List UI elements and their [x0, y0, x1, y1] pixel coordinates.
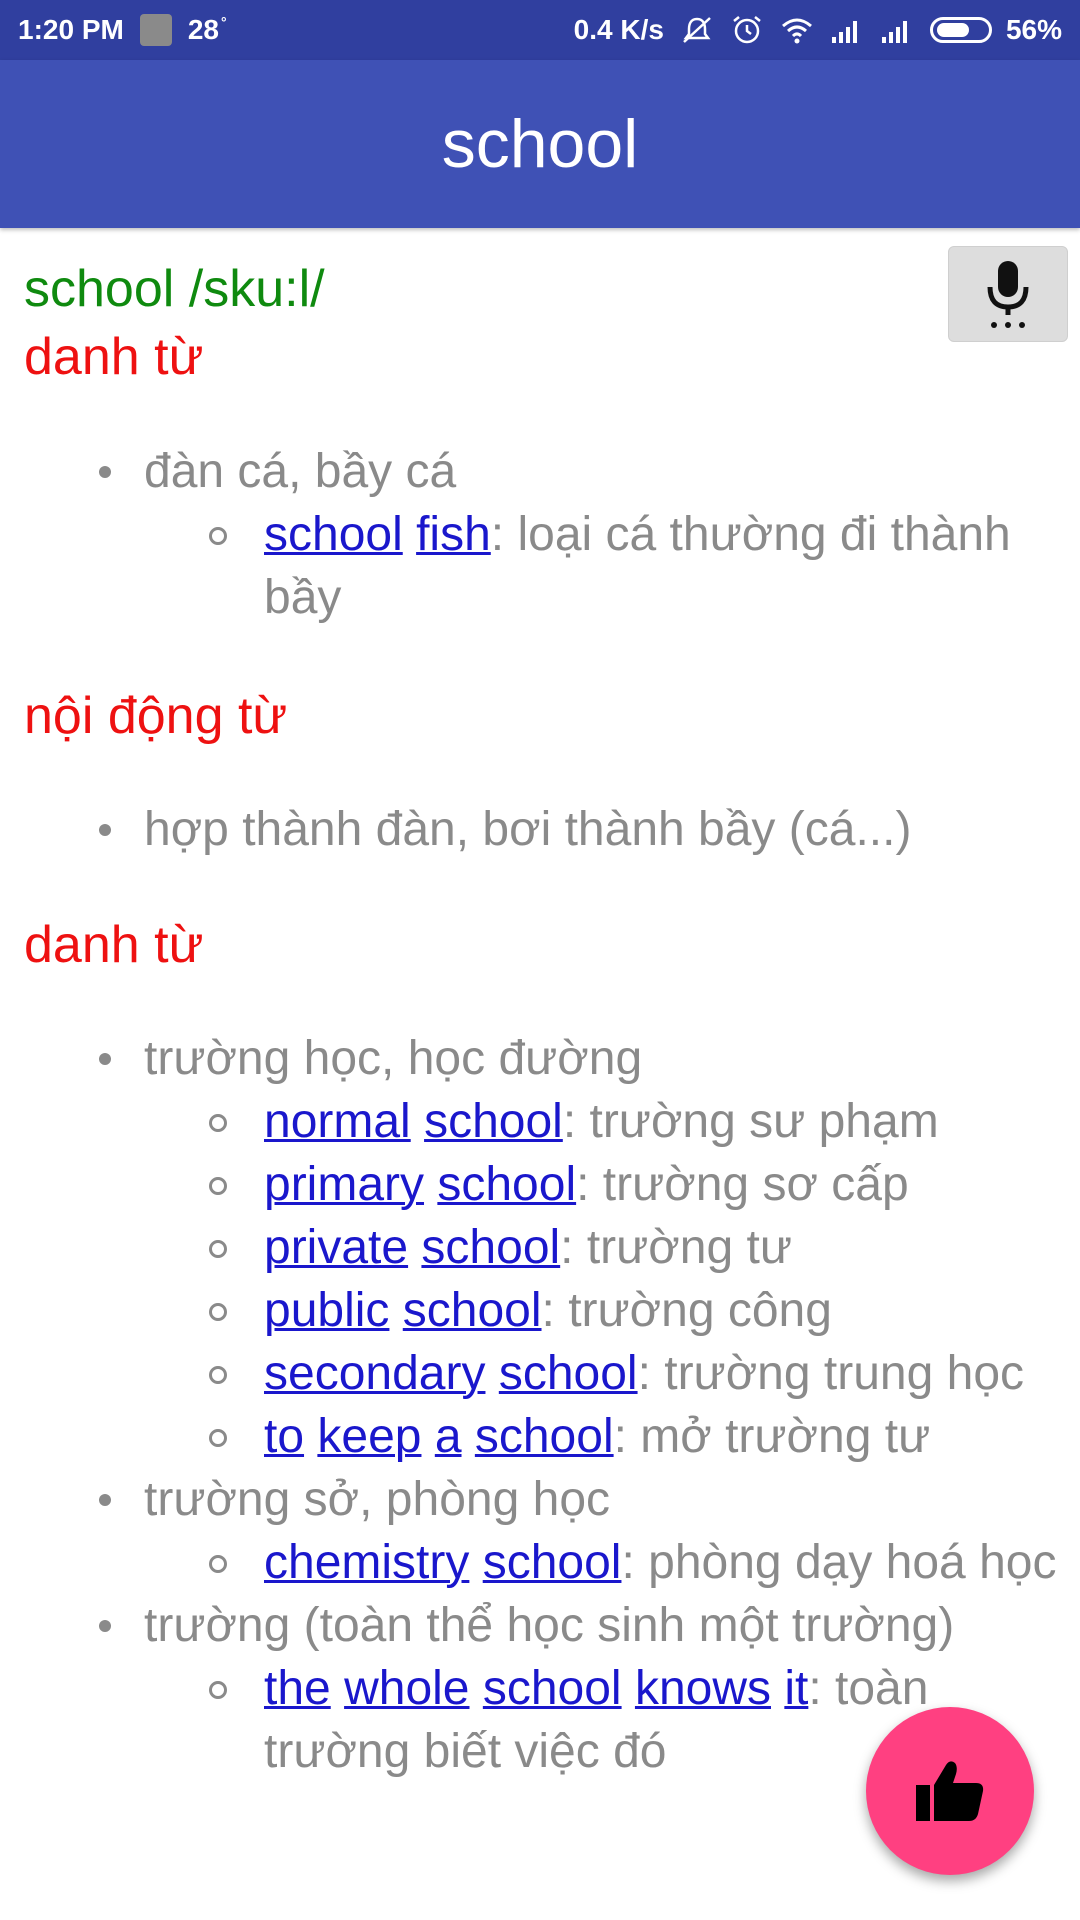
word-link[interactable]: whole — [344, 1662, 469, 1715]
example-translation: : trường tư — [560, 1221, 792, 1274]
example-item: chemistry school: phòng dạy hoá học — [209, 1531, 1080, 1594]
signal-icon — [881, 21, 907, 43]
example-translation: : mở trường tư — [613, 1410, 931, 1463]
sense-item: trường sở, phòng học chemistry school: p… — [144, 1468, 1080, 1594]
sense-meaning: đàn cá, bầy cá — [144, 445, 457, 498]
alarm-icon — [733, 16, 761, 44]
wifi-icon — [781, 18, 812, 44]
word-link[interactable]: school — [421, 1221, 560, 1274]
example-list: normal school: trường sư phạm primary sc… — [144, 1090, 1080, 1468]
sense-item: trường học, học đường normal school: trư… — [144, 1027, 1080, 1468]
status-bar-left: 1:20 PM 28 ° — [18, 14, 227, 46]
example-translation: : trường trung học — [637, 1347, 1025, 1400]
word-link[interactable]: chemistry — [264, 1536, 469, 1589]
status-temperature: 28 ° — [187, 14, 227, 45]
example-translation: : trường sơ cấp — [576, 1158, 909, 1211]
example-item: normal school: trường sư phạm — [209, 1090, 1080, 1153]
part-of-speech: nội động từ — [24, 687, 288, 745]
word-link[interactable]: it — [784, 1662, 808, 1715]
word-link[interactable]: school — [403, 1284, 542, 1337]
example-translation: : trường công — [541, 1284, 832, 1337]
example-item: secondary school: trường trung học — [209, 1342, 1080, 1405]
status-time: 1:20 PM — [18, 14, 124, 45]
example-item: to keep a school: mở trường tư — [209, 1405, 1080, 1468]
example-translation: : trường sư phạm — [562, 1095, 939, 1148]
status-bar: 1:20 PM 28 ° 0.4 K/s 56% — [0, 0, 1080, 60]
word-link[interactable]: knows — [635, 1662, 771, 1715]
example-list: chemistry school: phòng dạy hoá học — [144, 1531, 1080, 1594]
thumbs-up-icon — [916, 1761, 984, 1821]
word-link[interactable]: school — [424, 1095, 563, 1148]
status-net-speed: 0.4 K/s — [573, 14, 664, 45]
word-link[interactable]: primary — [264, 1158, 424, 1211]
pronounce-button[interactable] — [948, 246, 1068, 342]
word-link[interactable]: normal — [264, 1095, 411, 1148]
word-link[interactable]: school — [483, 1536, 622, 1589]
status-bar-right: 0.4 K/s 56% — [574, 14, 1062, 46]
microphone-icon — [987, 261, 1029, 328]
sense-list: đàn cá, bầy cá school fish: loại cá thườ… — [0, 440, 1080, 629]
word-link[interactable]: school — [499, 1347, 638, 1400]
mute-icon — [683, 17, 711, 43]
app-bar: school — [0, 60, 1080, 228]
word-link[interactable]: school — [475, 1410, 614, 1463]
word-link[interactable]: private — [264, 1221, 408, 1274]
example-translation: : phòng dạy hoá học — [621, 1536, 1057, 1589]
example-list: school fish: loại cá thường đi thành bầy — [144, 503, 1080, 629]
word-link[interactable]: public — [264, 1284, 389, 1337]
sense-meaning: trường (toàn thể học sinh một trường) — [144, 1599, 955, 1652]
sense-item: đàn cá, bầy cá school fish: loại cá thườ… — [144, 440, 1080, 629]
battery-icon — [929, 17, 992, 43]
sense-meaning: hợp thành đàn, bơi thành bầy (cá...) — [144, 803, 912, 856]
dictionary-content[interactable]: school /sku:l/ danh từ đàn cá, bầy cá sc… — [0, 228, 1080, 1920]
like-button[interactable] — [866, 1707, 1034, 1875]
battery-status: 56% — [929, 14, 1062, 46]
battery-percent: 56% — [1005, 14, 1062, 45]
part-of-speech: danh từ — [24, 328, 204, 386]
word-link[interactable]: school — [264, 508, 403, 561]
sense-list: trường học, học đường normal school: trư… — [0, 1027, 1080, 1783]
sense-item: hợp thành đàn, bơi thành bầy (cá...) — [144, 798, 1080, 861]
example-item: private school: trường tư — [209, 1216, 1080, 1279]
example-item: public school: trường công — [209, 1279, 1080, 1342]
example-item: primary school: trường sơ cấp — [209, 1153, 1080, 1216]
word-link[interactable]: fish — [416, 508, 491, 561]
signal-icon — [831, 21, 857, 43]
sense-meaning: trường sở, phòng học — [144, 1473, 611, 1526]
word-link[interactable]: secondary — [264, 1347, 485, 1400]
page-title: school — [441, 106, 639, 182]
sense-meaning: trường học, học đường — [144, 1032, 643, 1085]
example-item: school fish: loại cá thường đi thành bầy — [209, 503, 1080, 629]
word-link[interactable]: school — [483, 1662, 622, 1715]
part-of-speech: danh từ — [24, 916, 204, 974]
word-link[interactable]: the — [264, 1662, 331, 1715]
entry-headword: school /sku:l/ — [24, 260, 325, 318]
word-link[interactable]: a — [435, 1410, 462, 1463]
word-link[interactable]: keep — [317, 1410, 421, 1463]
app-notification-icon — [139, 14, 172, 46]
sense-list: hợp thành đàn, bơi thành bầy (cá...) — [0, 798, 1080, 861]
word-link[interactable]: school — [437, 1158, 576, 1211]
word-link[interactable]: to — [264, 1410, 304, 1463]
